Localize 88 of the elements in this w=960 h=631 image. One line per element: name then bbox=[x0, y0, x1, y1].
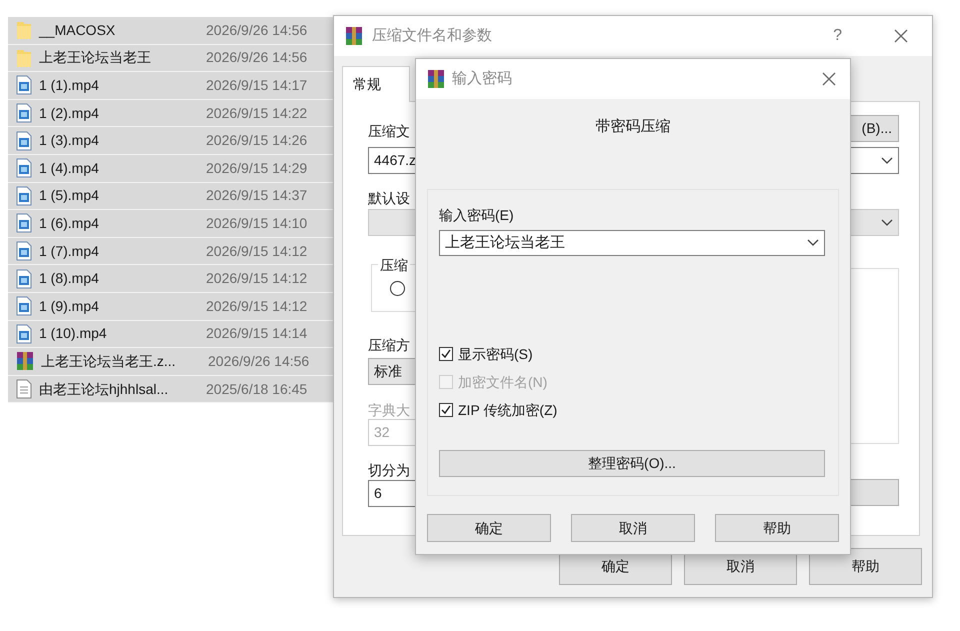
video-file-icon bbox=[16, 324, 32, 344]
modified-date: 2026/9/26 14:56 bbox=[206, 48, 308, 68]
modified-date: 2025/6/18 16:45 bbox=[206, 380, 308, 399]
file-row[interactable]: 1 (1).mp4 2026/9/15 14:17 bbox=[8, 72, 334, 100]
video-file-icon bbox=[16, 241, 32, 262]
file-name: 1 (8).mp4 bbox=[39, 269, 100, 288]
file-name: 1 (1).mp4 bbox=[39, 76, 100, 95]
password-field[interactable]: 上老王论坛当老王 bbox=[439, 230, 825, 256]
field-label: 压缩方 bbox=[368, 336, 410, 353]
video-file-icon bbox=[16, 268, 32, 289]
video-file-icon bbox=[16, 130, 32, 151]
file-name: 1 (9).mp4 bbox=[39, 296, 100, 316]
modified-date: 2026/9/15 14:26 bbox=[206, 131, 308, 150]
file-name: 1 (3).mp4 bbox=[39, 131, 100, 150]
organize-passwords-button[interactable]: 整理密码(O)... bbox=[439, 450, 825, 477]
tab[interactable]: 常规 bbox=[342, 66, 410, 102]
checkbox[interactable] bbox=[439, 403, 453, 417]
checkbox-label[interactable]: 显示密码(S) bbox=[458, 344, 533, 364]
file-row[interactable]: 1 (2).mp4 2026/9/15 14:22 bbox=[8, 100, 334, 128]
video-file-icon bbox=[16, 296, 32, 316]
archive-icon bbox=[426, 69, 446, 89]
file-row[interactable]: __MACOSX 2026/9/26 14:56 bbox=[8, 17, 334, 45]
modified-date: 2026/9/15 14:29 bbox=[206, 158, 308, 178]
chevron-down-icon bbox=[881, 156, 893, 164]
close-icon[interactable] bbox=[822, 72, 836, 86]
file-name: 上老王论坛当老王 bbox=[39, 48, 152, 68]
modified-date: 2026/9/15 14:17 bbox=[206, 76, 308, 95]
file-name: 1 (10).mp4 bbox=[39, 324, 108, 344]
close-icon[interactable] bbox=[894, 29, 908, 43]
modified-date: 2026/9/15 14:37 bbox=[206, 186, 308, 206]
modified-date: 2026/9/15 14:22 bbox=[206, 104, 308, 123]
file-name: 1 (2).mp4 bbox=[39, 104, 100, 123]
video-file-icon bbox=[16, 103, 32, 124]
dialog-button[interactable]: 确定 bbox=[427, 514, 551, 542]
video-file-icon bbox=[16, 213, 32, 234]
dialog-button[interactable]: 帮助 bbox=[715, 514, 839, 542]
file-row[interactable]: 1 (8).mp4 2026/9/15 14:12 bbox=[8, 265, 334, 293]
file-row[interactable]: 1 (3).mp4 2026/9/15 14:26 bbox=[8, 127, 334, 155]
video-file-icon bbox=[16, 158, 32, 178]
file-row[interactable]: 1 (4).mp4 2026/9/15 14:29 bbox=[8, 154, 334, 183]
dialog-heading: 带密码压缩 bbox=[596, 117, 670, 136]
file-row[interactable]: 上老王论坛当老王 2026/9/26 14:56 bbox=[8, 44, 334, 72]
modified-date: 2026/9/15 14:12 bbox=[206, 296, 308, 316]
file-row[interactable]: 由老王论坛hjhhlsal... 2025/6/18 16:45 bbox=[8, 376, 334, 404]
window-title: 压缩文件名和参数 bbox=[372, 26, 492, 46]
video-file-icon bbox=[16, 186, 32, 206]
archive-icon bbox=[344, 26, 364, 46]
modified-date: 2026/9/15 14:14 bbox=[206, 324, 308, 344]
help-button[interactable]: ? bbox=[833, 24, 842, 48]
group-label: 压缩 bbox=[378, 256, 410, 274]
field-label: 默认设 bbox=[368, 189, 410, 206]
text-file-icon bbox=[16, 379, 32, 400]
modified-date: 2026/9/15 14:12 bbox=[206, 242, 308, 261]
file-row[interactable]: 上老王论坛当老王.z... 2026/9/26 14:56 bbox=[8, 348, 334, 376]
format-radio[interactable] bbox=[390, 281, 405, 296]
file-row[interactable]: 1 (9).mp4 2026/9/15 14:12 bbox=[8, 292, 334, 321]
check-icon bbox=[440, 348, 452, 360]
check-icon bbox=[440, 404, 452, 416]
file-name: 上老王论坛当老王.z... bbox=[41, 352, 177, 371]
modified-date: 2026/9/15 14:12 bbox=[206, 269, 308, 288]
file-name: 1 (5).mp4 bbox=[39, 186, 100, 206]
file-name: 1 (4).mp4 bbox=[39, 158, 100, 178]
field-label: 输入密码(E) bbox=[439, 206, 515, 225]
modified-date: 2026/9/15 14:10 bbox=[206, 214, 308, 233]
checkbox[interactable] bbox=[439, 347, 453, 361]
field-label: 切分为 bbox=[368, 461, 410, 478]
dialog-button[interactable]: 帮助 bbox=[809, 548, 922, 585]
window-title: 输入密码 bbox=[452, 68, 512, 89]
chevron-down-icon bbox=[881, 218, 893, 226]
folder-icon bbox=[16, 20, 32, 40]
modified-date: 2026/9/26 14:56 bbox=[208, 352, 310, 371]
chevron-down-icon bbox=[807, 239, 819, 247]
modified-date: 2026/9/26 14:56 bbox=[206, 20, 308, 40]
file-name: 由老王论坛hjhhlsal... bbox=[39, 380, 170, 399]
folder-icon bbox=[16, 48, 32, 68]
file-name: 1 (7).mp4 bbox=[39, 242, 100, 261]
checkbox-label[interactable]: ZIP 传统加密(Z) bbox=[458, 400, 558, 420]
file-name: __MACOSX bbox=[39, 20, 116, 40]
field-label: 字典大 bbox=[368, 401, 410, 418]
field-label: 压缩文 bbox=[368, 122, 410, 141]
file-name: 1 (6).mp4 bbox=[39, 214, 100, 233]
file-row[interactable]: 1 (7).mp4 2026/9/15 14:12 bbox=[8, 238, 334, 266]
video-file-icon bbox=[16, 75, 32, 96]
file-row[interactable]: 1 (10).mp4 2026/9/15 14:14 bbox=[8, 320, 334, 348]
file-row[interactable]: 1 (5).mp4 2026/9/15 14:37 bbox=[8, 182, 334, 210]
archive-icon bbox=[16, 351, 34, 372]
file-row[interactable]: 1 (6).mp4 2026/9/15 14:10 bbox=[8, 210, 334, 238]
dialog-button[interactable]: 取消 bbox=[571, 514, 695, 542]
